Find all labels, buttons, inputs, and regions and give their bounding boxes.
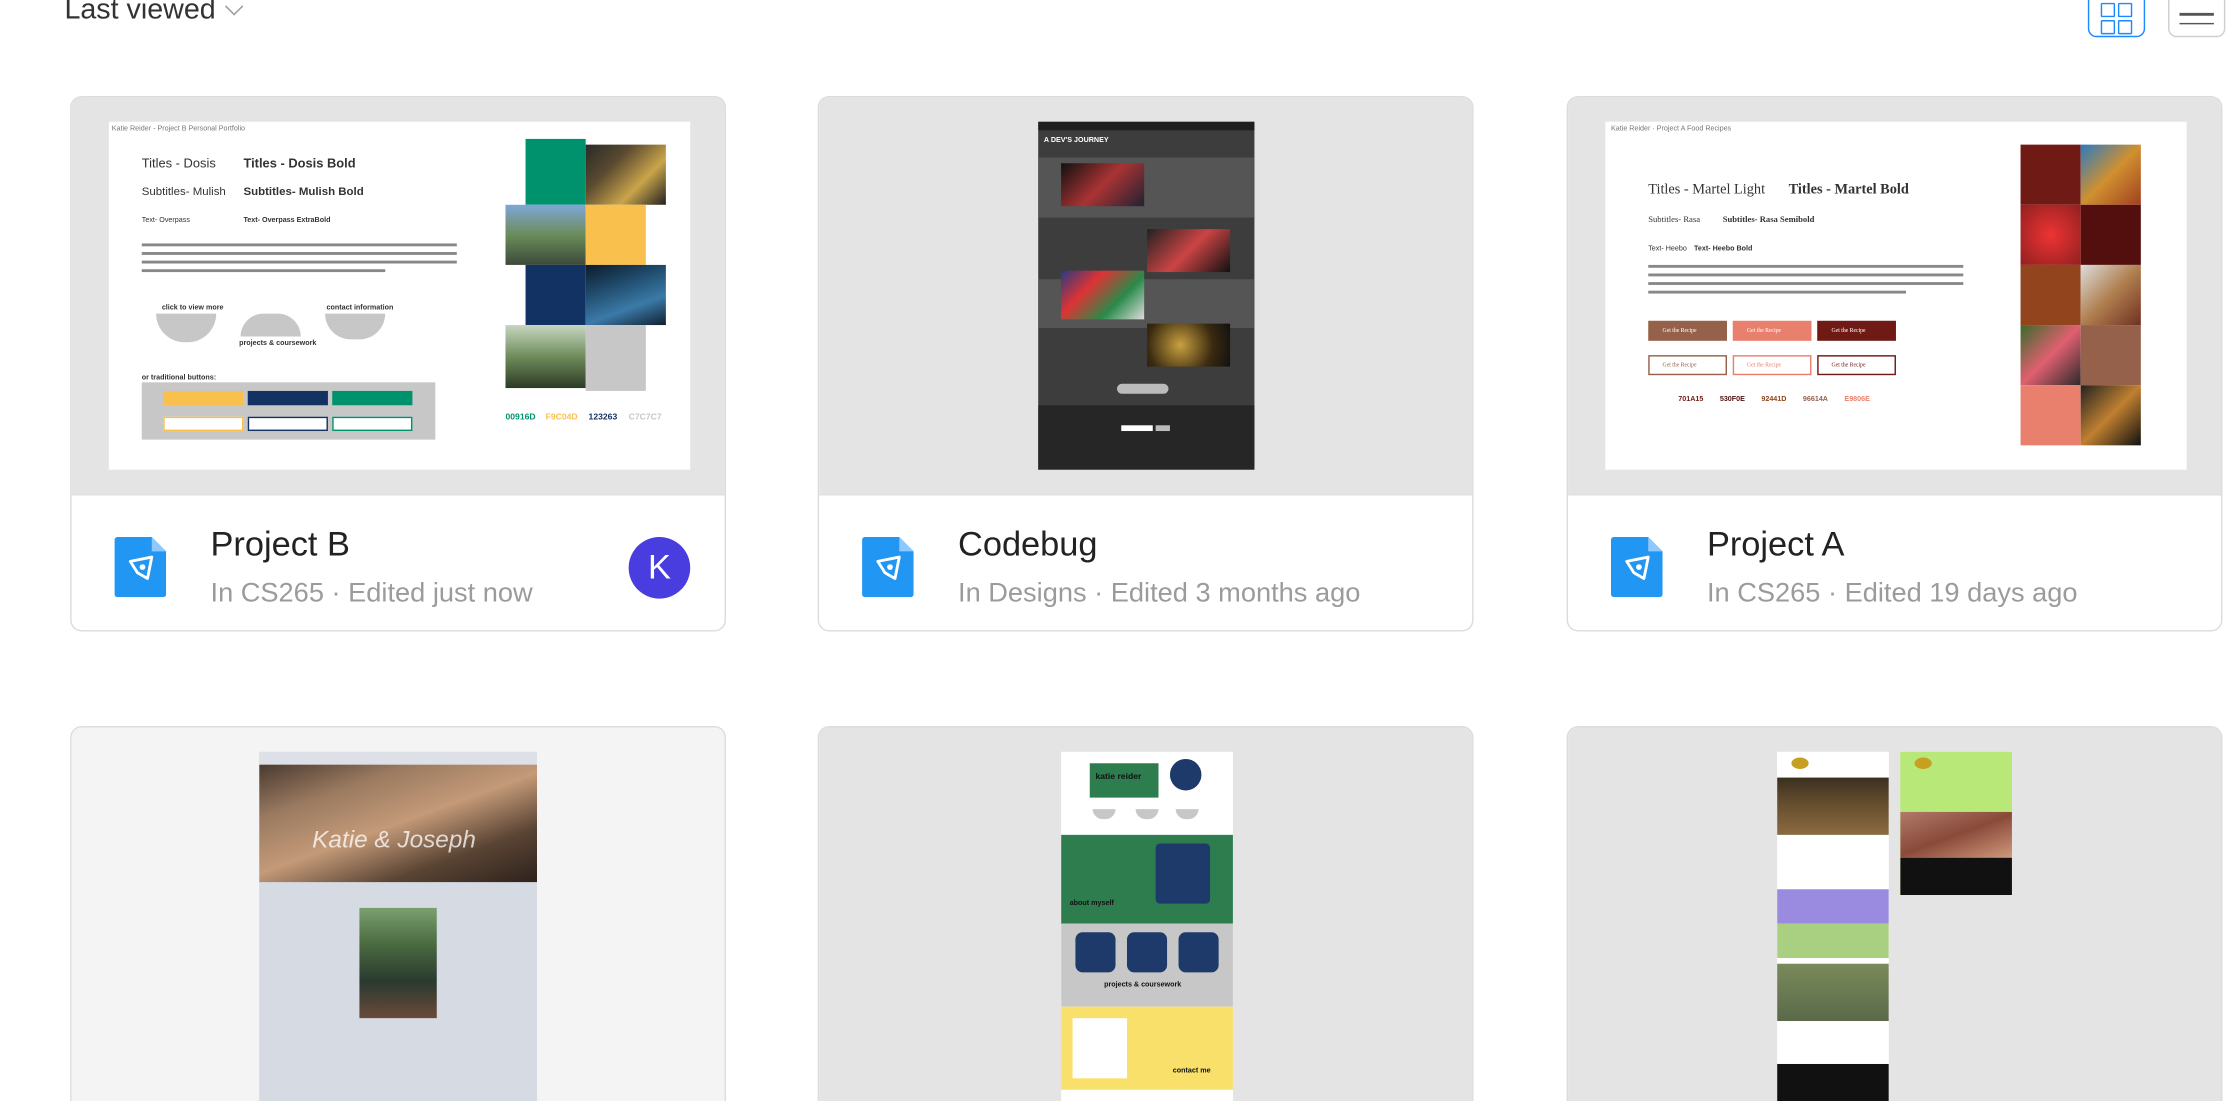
- thumb-text: Text- Heebo: [1648, 244, 1687, 254]
- website-frame: [1900, 751, 2012, 895]
- hex-label: 123263: [588, 413, 618, 423]
- thumb-text: Titles - Martel Light: [1648, 181, 1766, 198]
- file-thumbnail: [1568, 727, 2222, 1101]
- chevron-down-icon: [224, 0, 243, 16]
- hex-label: 96614A: [1802, 395, 1828, 404]
- grid-view-icon: [2100, 2, 2133, 35]
- avatar[interactable]: K: [628, 537, 691, 599]
- thumb-heading: katie reider: [1095, 773, 1142, 782]
- file-title[interactable]: Codebug: [958, 526, 1098, 566]
- website-frame: A DEV'S JOURNEY: [1038, 121, 1255, 470]
- hex-label: C7C7C7: [628, 413, 662, 423]
- thumb-button-text: Get the Recipe: [1831, 360, 1866, 369]
- hex-label: F9C04D: [545, 413, 578, 423]
- list-view-icon: [2179, 6, 2214, 32]
- design-file-icon: [114, 537, 167, 598]
- hex-label: 701A15: [1678, 395, 1704, 404]
- file-thumbnail: katie reider about myself projects & cou…: [819, 727, 1473, 1101]
- file-info: Codebug In Designs · Edited 3 months ago: [819, 494, 1473, 630]
- file-card-project-a[interactable]: Katie Reider · Project A Food Recipes Ti…: [1566, 95, 2223, 632]
- thumb-text: contact information: [326, 303, 394, 313]
- thumb-text: Subtitles- Mulish: [141, 184, 226, 198]
- thumb-text: contact me: [1172, 1066, 1211, 1076]
- recent-files-page: Last viewed Katie Reider - Project B Per…: [0, 0, 2234, 1101]
- file-meta: In CS265 · Edited 19 days ago: [1706, 578, 2078, 609]
- style-guide-frame: Katie Reider · Project A Food Recipes Ti…: [1605, 121, 2187, 470]
- file-card-codebug[interactable]: A DEV'S JOURNEY Codebug In Designs · Edi…: [817, 95, 1474, 632]
- thumb-text: projects & coursework: [239, 339, 317, 348]
- website-frame: katie reider about myself projects & cou…: [1061, 751, 1233, 1101]
- list-view-button[interactable]: [2168, 0, 2226, 38]
- file-card[interactable]: Katie & Joseph: [70, 726, 727, 1101]
- thumb-text: or traditional buttons:: [141, 373, 217, 383]
- thumb-text: Titles - Dosis Bold: [243, 156, 356, 171]
- thumb-text: Text- Overpass: [141, 216, 190, 225]
- file-card[interactable]: katie reider about myself projects & cou…: [817, 726, 1474, 1101]
- style-guide-frame: Katie Reider - Project B Personal Portfo…: [108, 121, 691, 470]
- thumb-button-text: Get the Recipe: [1831, 326, 1866, 334]
- thumb-header: Katie Reider - Project B Personal Portfo…: [111, 124, 246, 134]
- file-meta: In CS265 · Edited just now: [210, 578, 533, 609]
- file-thumbnail: Katie Reider - Project B Personal Portfo…: [71, 97, 725, 495]
- thumb-text: Subtitles- Mulish Bold: [243, 184, 364, 198]
- file-info: Project B In CS265 · Edited just now K: [71, 494, 725, 630]
- grid-view-button[interactable]: [2087, 0, 2146, 38]
- file-thumbnail: A DEV'S JOURNEY: [819, 97, 1473, 495]
- thumb-text: about myself: [1069, 899, 1114, 908]
- sort-label: Last viewed: [64, 0, 216, 26]
- thumb-text: Titles - Dosis: [141, 156, 216, 171]
- file-title[interactable]: Project A: [1707, 526, 1845, 566]
- sort-dropdown[interactable]: Last viewed: [64, 0, 243, 27]
- thumb-text: click to view more: [161, 303, 224, 313]
- thumb-text: Text- Overpass ExtraBold: [243, 216, 331, 225]
- thumb-button-text: Get the Recipe: [1747, 360, 1782, 369]
- thumb-text: Subtitles- Rasa: [1648, 216, 1701, 225]
- hex-label: 530F0E: [1719, 395, 1745, 404]
- thumb-button-text: Get the Recipe: [1662, 360, 1697, 369]
- thumb-header: Katie Reider · Project A Food Recipes: [1611, 124, 1732, 134]
- file-title[interactable]: Project B: [211, 526, 350, 566]
- file-card-project-b[interactable]: Katie Reider - Project B Personal Portfo…: [70, 95, 727, 632]
- thumb-text: Subtitles- Rasa Semibold: [1722, 216, 1815, 225]
- design-file-icon: [1611, 537, 1663, 598]
- design-file-icon: [862, 537, 914, 598]
- thumb-text: projects & coursework: [1104, 980, 1182, 990]
- thumb-button-text: Get the Recipe: [1747, 326, 1782, 334]
- website-frame: [1777, 751, 1889, 1101]
- website-frame: Katie & Joseph: [259, 751, 537, 1101]
- thumb-button-text: Get the Recipe: [1662, 326, 1697, 334]
- file-info: Project A In CS265 · Edited 19 days ago: [1568, 494, 2222, 630]
- thumb-heading: Katie & Joseph: [312, 826, 476, 854]
- hex-label: E9806E: [1844, 395, 1870, 404]
- hex-label: 00916D: [505, 413, 536, 423]
- file-thumbnail: Katie Reider · Project A Food Recipes Ti…: [1568, 97, 2222, 495]
- hex-label: 92441D: [1761, 395, 1787, 404]
- file-thumbnail: Katie & Joseph: [71, 727, 725, 1101]
- thumb-text: Text- Heebo Bold: [1694, 244, 1753, 254]
- thumb-text: Titles - Martel Bold: [1788, 181, 1909, 198]
- thumb-heading: A DEV'S JOURNEY: [1043, 136, 1109, 145]
- file-card[interactable]: [1566, 726, 2223, 1101]
- file-meta: In Designs · Edited 3 months ago: [958, 578, 1361, 609]
